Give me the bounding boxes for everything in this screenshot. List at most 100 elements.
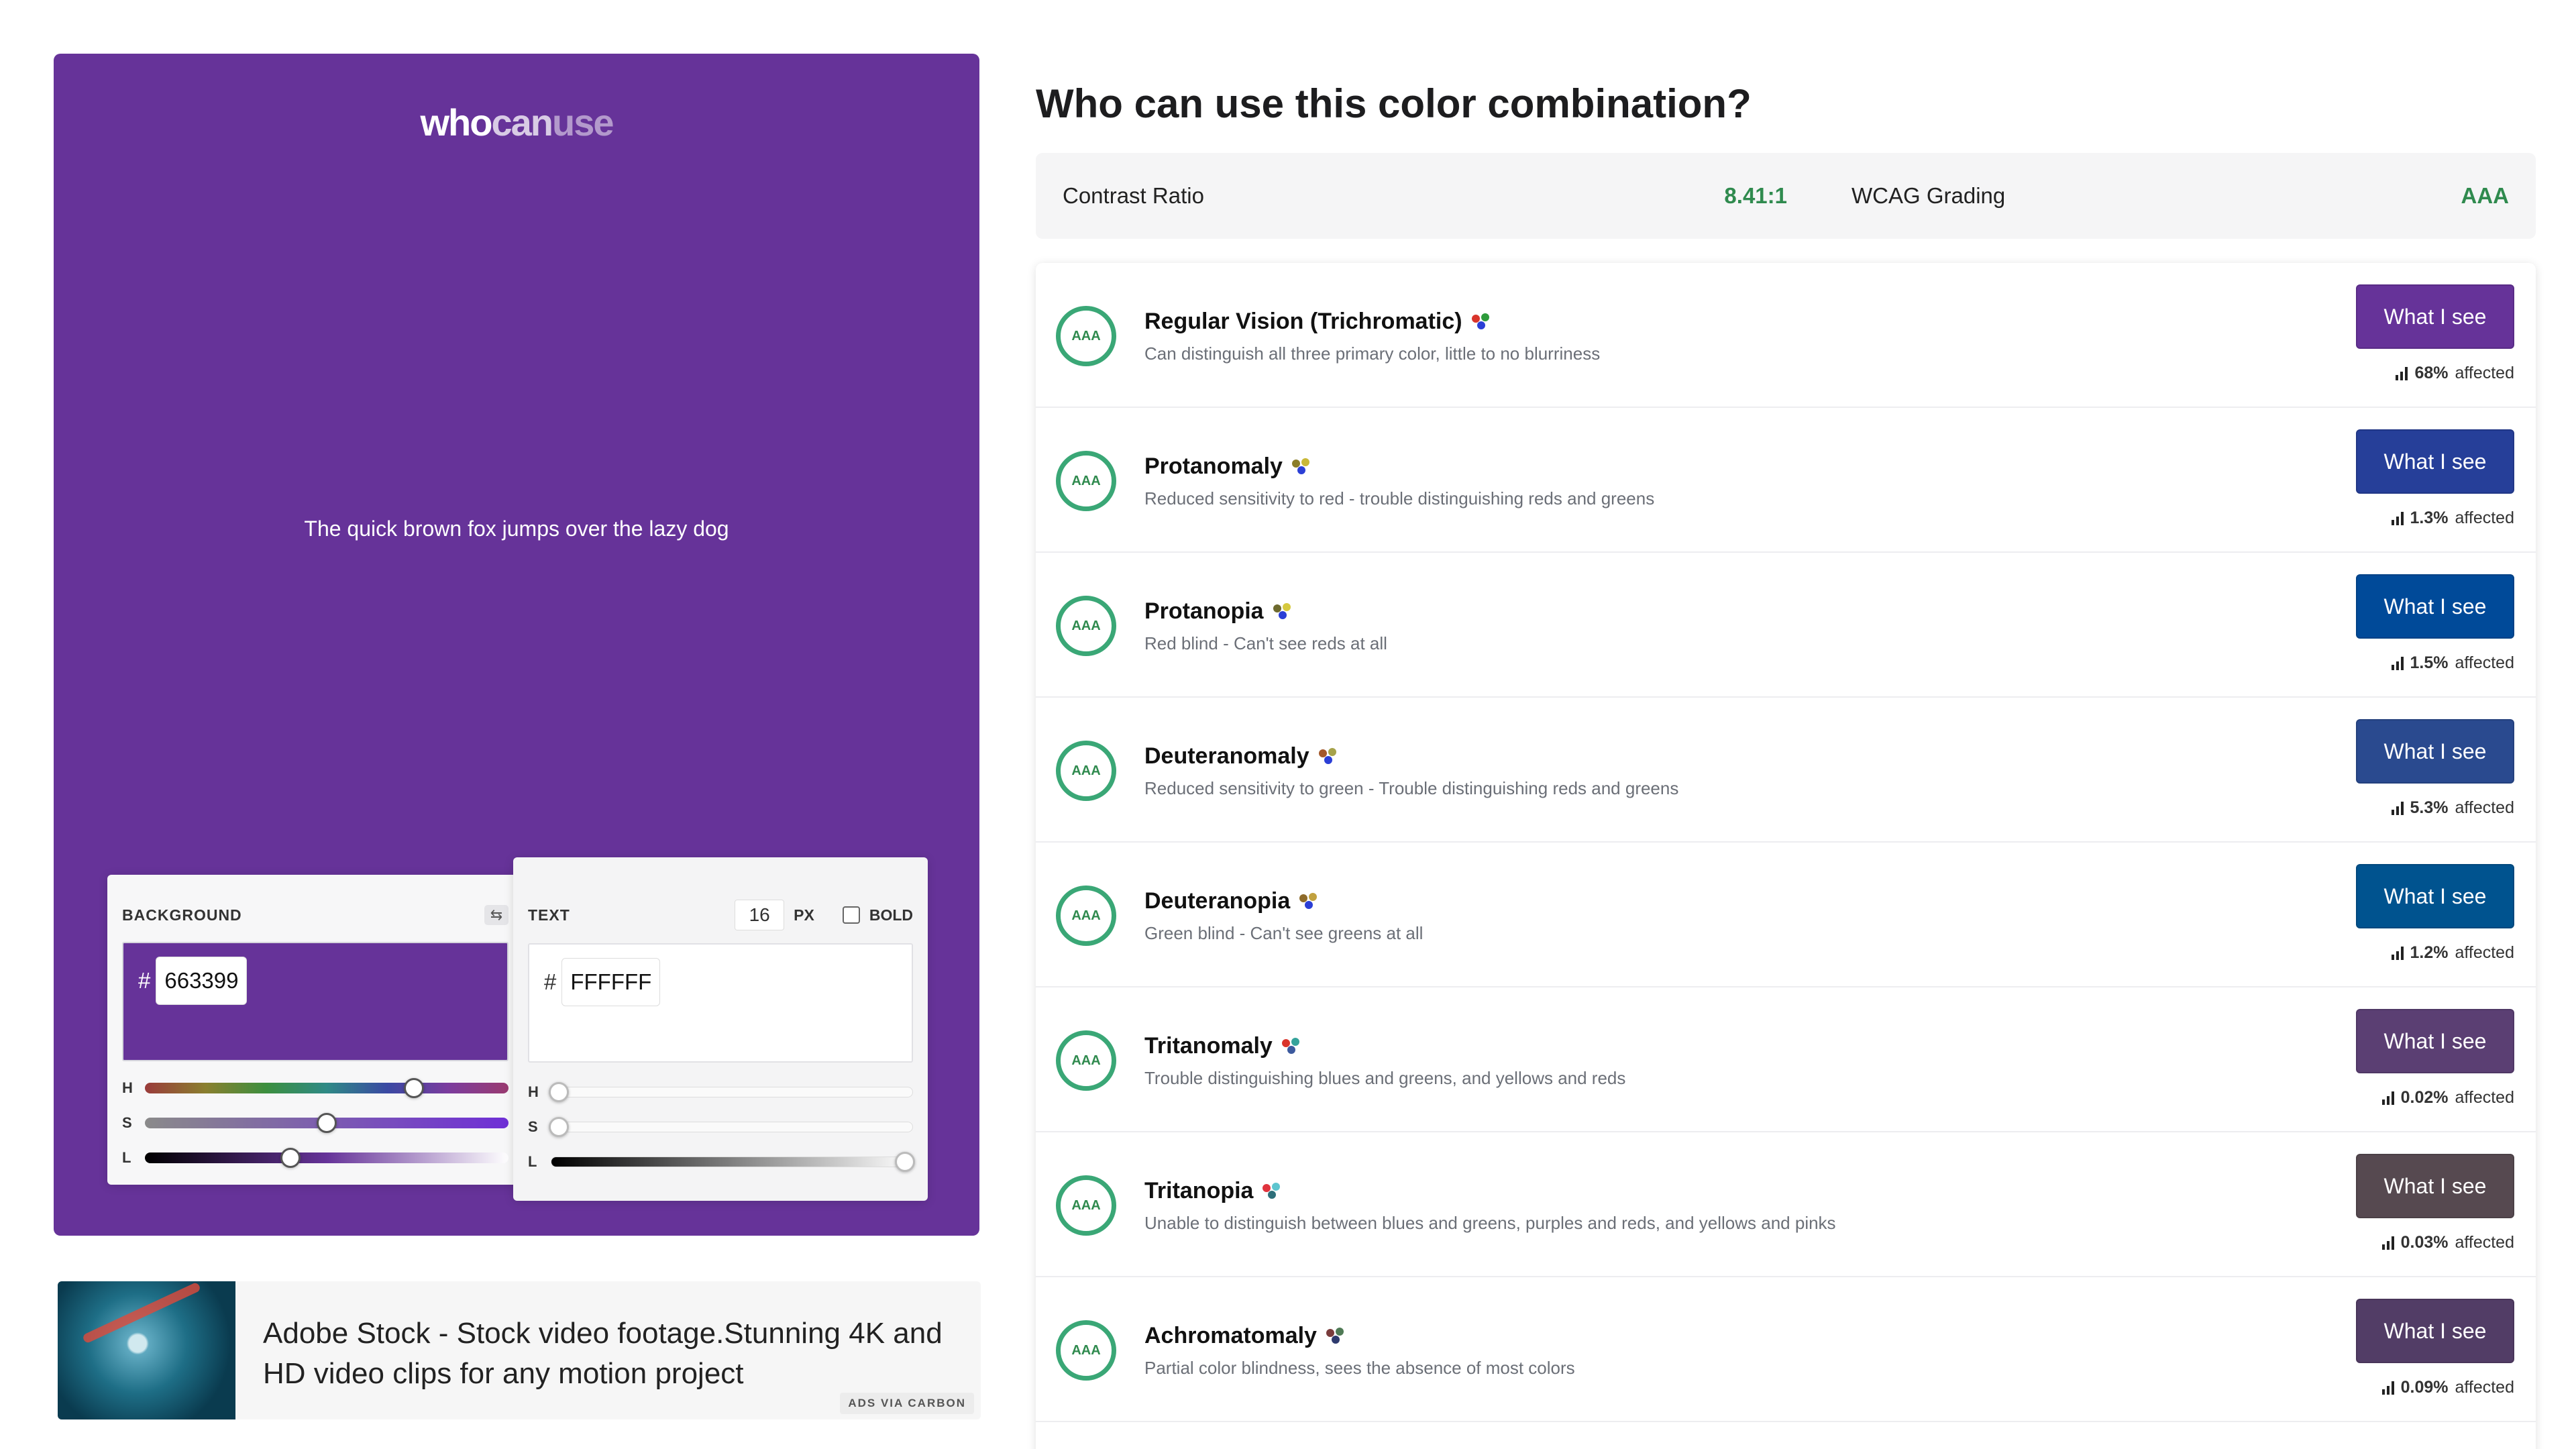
color-dot	[1282, 603, 1291, 612]
what-i-see-button[interactable]: What I see	[2356, 719, 2514, 784]
what-i-see-button[interactable]: What I see	[2356, 429, 2514, 494]
background-hue-slider[interactable]: H	[122, 1075, 508, 1102]
background-swatch[interactable]: # 663399	[122, 942, 508, 1061]
logo-part-who: who	[420, 101, 493, 144]
vision-title: Deuteranopia	[1144, 888, 1320, 914]
affected-stat: 1.3% affected	[2391, 508, 2514, 528]
color-dot	[1297, 466, 1305, 475]
affected-stat: 0.02% affected	[2381, 1088, 2514, 1108]
affected-percent: 0.09%	[2400, 1378, 2449, 1397]
affected-percent: 68%	[2414, 364, 2449, 382]
bold-checkbox[interactable]	[842, 906, 860, 924]
affected-label: affected	[2455, 364, 2514, 382]
what-i-see-button[interactable]: What I see	[2356, 574, 2514, 639]
saturation-track[interactable]	[548, 1117, 913, 1137]
what-i-see-button[interactable]: What I see	[2356, 1299, 2514, 1363]
vision-description: Reduced sensitivity to green - Trouble d…	[1144, 778, 1679, 798]
vision-title: Achromatomaly	[1144, 1323, 1346, 1349]
affected-percent: 1.5%	[2410, 653, 2449, 672]
text-hex-input[interactable]: FFFFFF	[561, 958, 661, 1006]
affected-stat: 0.09% affected	[2381, 1378, 2514, 1397]
color-dots-icon	[1471, 313, 1492, 332]
vision-title: Tritanopia	[1144, 1178, 1283, 1204]
color-dots-icon	[1281, 1038, 1302, 1057]
saturation-label: S	[122, 1114, 132, 1131]
affected-percent: 5.3%	[2410, 798, 2449, 817]
color-dot	[1328, 748, 1336, 757]
bar-chart-icon	[2391, 801, 2404, 815]
logo-part-can: can	[491, 101, 553, 144]
vision-description: Red blind - Can't see reds at all	[1144, 633, 1387, 653]
hue-track[interactable]	[145, 1078, 508, 1098]
saturation-track[interactable]	[145, 1113, 508, 1133]
background-lightness-slider[interactable]: L	[122, 1144, 508, 1171]
saturation-thumb[interactable]	[548, 1117, 569, 1137]
ad-image[interactable]	[58, 1281, 235, 1419]
color-dot	[1335, 1328, 1344, 1336]
bar-chart-icon	[2381, 1091, 2394, 1105]
vision-title-text: Tritanomaly	[1144, 1033, 1273, 1059]
vision-row: AAA Achromatomaly Partial color blindnes…	[1036, 1277, 2536, 1422]
carbon-ad[interactable]: Adobe Stock - Stock video footage.Stunni…	[58, 1281, 981, 1419]
hash-symbol: #	[138, 968, 151, 993]
background-hex-input[interactable]: 663399	[156, 957, 248, 1005]
lightness-track[interactable]	[551, 1152, 916, 1172]
bar-chart-icon	[2381, 1236, 2394, 1250]
grade-badge: AAA	[1056, 741, 1116, 801]
saturation-thumb[interactable]	[317, 1113, 337, 1133]
vision-title-text: Protanomaly	[1144, 453, 1283, 479]
lightness-track[interactable]	[145, 1148, 508, 1168]
what-i-see-button[interactable]: What I see	[2356, 284, 2514, 349]
color-dot	[1301, 458, 1309, 467]
swap-colors-icon[interactable]: ⇆	[484, 905, 508, 925]
vision-row: AAA Tritanomaly Trouble distinguishing b…	[1036, 987, 2536, 1132]
wcag-grading-value: AAA	[2461, 183, 2510, 208]
text-label: TEXT	[528, 906, 570, 924]
color-dot	[1291, 1038, 1299, 1046]
affected-stat: 68% affected	[2396, 364, 2514, 383]
affected-label: affected	[2455, 508, 2514, 527]
vision-title-text: Deuteranopia	[1144, 888, 1291, 914]
bar-chart-icon	[2396, 366, 2408, 380]
ad-text[interactable]: Adobe Stock - Stock video footage.Stunni…	[263, 1313, 961, 1394]
what-i-see-button[interactable]: What I see	[2356, 864, 2514, 928]
hue-thumb[interactable]	[404, 1078, 425, 1098]
wcag-grading-label: WCAG Grading	[1851, 183, 2006, 208]
affected-stat: 1.2% affected	[2391, 943, 2514, 963]
bar-chart-icon	[2391, 511, 2404, 525]
what-i-see-button[interactable]: What I see	[2356, 1009, 2514, 1073]
logo[interactable]: whocanuse	[54, 101, 979, 144]
vision-row: AAA Regular Vision (Trichromatic) Can di…	[1036, 263, 2536, 408]
text-lightness-slider[interactable]: L	[528, 1148, 916, 1175]
affected-percent: 0.03%	[2400, 1233, 2449, 1252]
hue-label: H	[528, 1083, 539, 1100]
lightness-thumb[interactable]	[280, 1148, 301, 1168]
contrast-ratio-label: Contrast Ratio	[1063, 183, 1204, 208]
affected-stat: 0.03% affected	[2381, 1233, 2514, 1252]
font-size-input[interactable]: 16	[735, 900, 785, 930]
color-dot	[1324, 756, 1332, 765]
grade-badge: AAA	[1056, 1175, 1116, 1236]
background-label: BACKGROUND	[122, 906, 242, 924]
color-dot	[1477, 321, 1485, 330]
color-dots-icon	[1299, 893, 1320, 912]
vision-title: Regular Vision (Trichromatic)	[1144, 309, 1492, 335]
vision-title-text: Deuteranomaly	[1144, 743, 1309, 769]
text-swatch[interactable]: # FFFFFF	[528, 943, 913, 1063]
ads-via-carbon-link[interactable]: ADS VIA CARBON	[840, 1393, 974, 1414]
vision-row: AAA Tritanopia Unable to distinguish bet…	[1036, 1132, 2536, 1277]
hue-track[interactable]	[548, 1082, 913, 1102]
affected-label: affected	[2455, 1233, 2514, 1252]
vision-description: Green blind - Can't see greens at all	[1144, 923, 1424, 943]
saturation-label: S	[528, 1118, 538, 1135]
text-saturation-slider[interactable]: S	[528, 1114, 913, 1140]
color-dots-icon	[1273, 603, 1293, 622]
affected-stat: 5.3% affected	[2391, 798, 2514, 818]
hue-thumb[interactable]	[548, 1082, 569, 1102]
grade-badge: AAA	[1056, 1320, 1116, 1381]
background-saturation-slider[interactable]: S	[122, 1110, 508, 1136]
grade-badge: AAA	[1056, 596, 1116, 656]
what-i-see-button[interactable]: What I see	[2356, 1154, 2514, 1218]
lightness-thumb[interactable]	[895, 1152, 916, 1172]
text-hue-slider[interactable]: H	[528, 1079, 913, 1106]
